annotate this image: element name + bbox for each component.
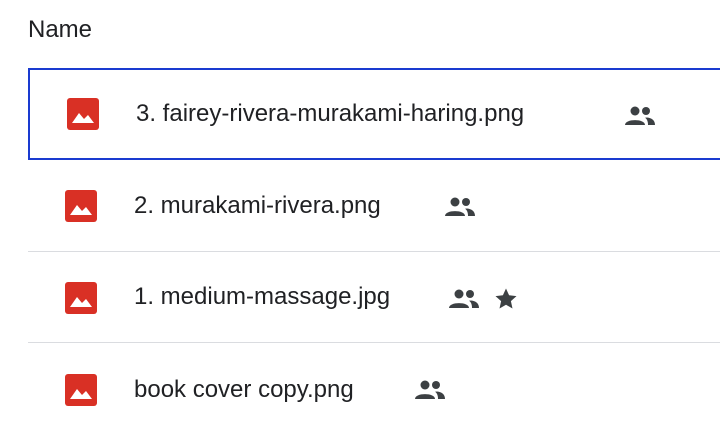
- file-name[interactable]: 1. medium-massage.jpg: [134, 283, 390, 311]
- image-file-icon: [65, 374, 97, 406]
- file-name[interactable]: 2. murakami-rivera.png: [134, 192, 381, 220]
- star-icon: [495, 288, 517, 309]
- file-list: Name 3. fairey-rivera-murakami-haring.pn…: [0, 0, 720, 432]
- image-file-icon: [67, 98, 99, 130]
- shared-people-icon: [449, 289, 479, 308]
- name-column-header[interactable]: Name: [28, 14, 92, 46]
- file-name[interactable]: 3. fairey-rivera-murakami-haring.png: [136, 100, 524, 128]
- shared-people-icon: [415, 380, 445, 399]
- file-row[interactable]: 3. fairey-rivera-murakami-haring.png: [28, 68, 720, 160]
- shared-people-icon: [625, 106, 655, 125]
- file-name[interactable]: book cover copy.png: [134, 376, 354, 404]
- file-row[interactable]: book cover copy.png: [28, 343, 720, 432]
- file-row[interactable]: 1. medium-massage.jpg: [28, 252, 720, 343]
- shared-people-icon: [445, 197, 475, 216]
- image-file-icon: [65, 282, 97, 314]
- file-row[interactable]: 2. murakami-rivera.png: [28, 160, 720, 252]
- image-file-icon: [65, 190, 97, 222]
